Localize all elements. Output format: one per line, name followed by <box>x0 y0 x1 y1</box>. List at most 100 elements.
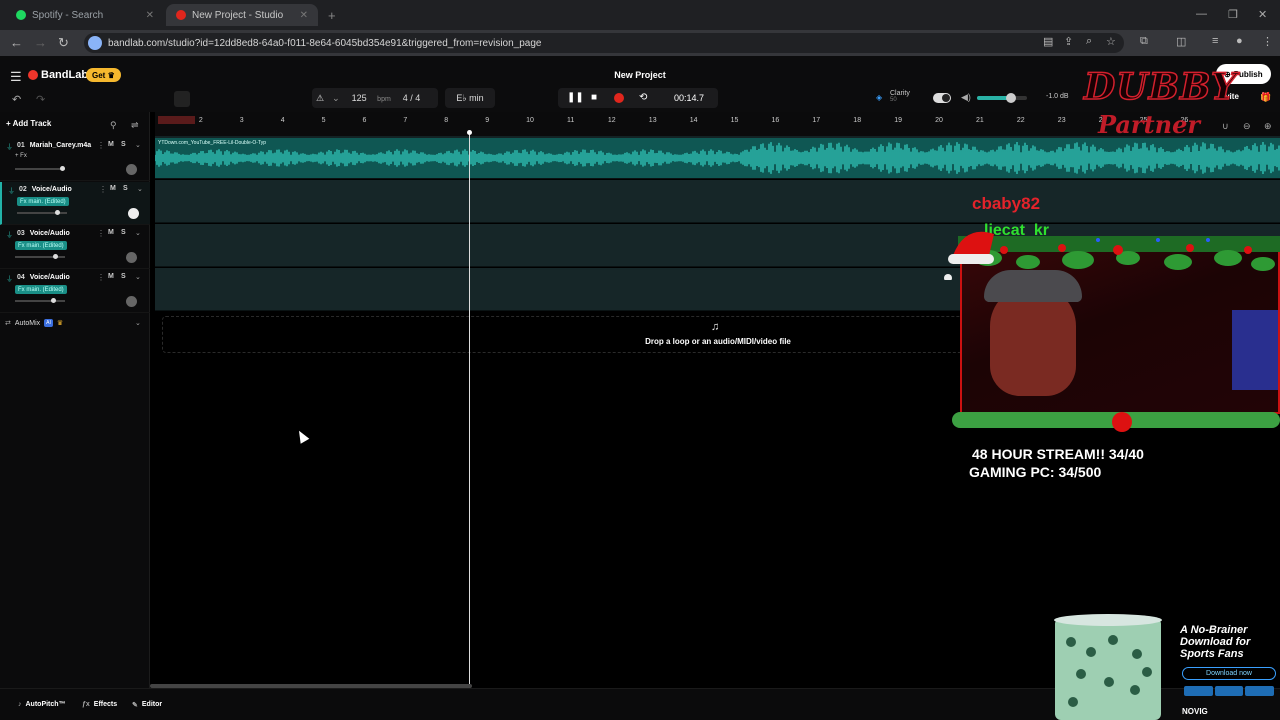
mute-button[interactable]: M <box>108 141 114 148</box>
ad-download-button[interactable]: Download now <box>1182 667 1276 680</box>
share-icon[interactable]: ⇪ <box>1064 35 1073 48</box>
effects-button[interactable]: ƒx Effects <box>82 701 117 708</box>
pan-knob[interactable] <box>126 164 137 175</box>
close-icon[interactable]: ✕ <box>300 10 308 21</box>
url-field[interactable]: bandlab.com/studio?id=12dd8ed8-64a0-f011… <box>84 33 1124 53</box>
sidebar-icon[interactable]: ◫ <box>1176 35 1186 48</box>
playhead[interactable] <box>469 132 470 688</box>
audio-clip[interactable]: YTDown.com_YouTube_FREE-Lil-Double-O-Typ <box>155 138 1280 178</box>
chevron-down-icon[interactable]: ⌄ <box>135 141 141 149</box>
metronome-icon[interactable]: ⚠ <box>316 93 324 104</box>
pan-knob[interactable] <box>126 296 137 307</box>
track-menu-icon[interactable]: ⋮ <box>97 273 105 282</box>
track-menu-icon[interactable]: ⋮ <box>99 185 107 194</box>
solo-button[interactable]: S <box>123 185 128 192</box>
solo-button[interactable]: S <box>121 229 126 236</box>
zoom-out-icon[interactable]: ⊖ <box>1243 121 1251 132</box>
track-name[interactable]: 02 Voice/Audio <box>19 186 72 193</box>
mute-button[interactable]: M <box>108 229 114 236</box>
track-effects[interactable]: Fx main. (Edited) <box>17 197 69 206</box>
back-icon[interactable]: ← <box>10 35 23 50</box>
track-header[interactable]: ⏚ 03 Voice/Audio ⋮ M S ⌄ Fx main. (Edited) <box>0 226 150 269</box>
add-track-button[interactable]: + Add Track <box>6 119 51 128</box>
playhead-handle[interactable] <box>467 130 472 135</box>
zoom-in-icon[interactable]: ⊕ <box>1264 121 1272 132</box>
undo-icon[interactable]: ↶ <box>12 93 21 106</box>
loop-icon[interactable]: ⟲ <box>639 92 647 103</box>
clarity-control[interactable]: Clarity 50 <box>890 90 910 103</box>
chevron-down-icon[interactable]: ⌄ <box>135 229 141 237</box>
mute-button[interactable]: M <box>110 185 116 192</box>
close-window-icon[interactable]: ✕ <box>1258 8 1267 21</box>
zoom-icon[interactable]: ⌕ <box>1086 35 1092 48</box>
new-tab-icon[interactable]: + <box>328 8 336 23</box>
track-header[interactable]: ⏚ 01 Mariah_Carey.m4a ⋮ M S ⌄ + Fx <box>0 138 150 181</box>
pan-knob[interactable] <box>128 208 139 219</box>
track-volume-slider[interactable] <box>15 166 65 171</box>
browser-menu-icon[interactable]: ⋮ <box>1262 35 1273 48</box>
automix-row[interactable]: ⇄ AutoMix AI ♛ ⌄ <box>5 319 141 327</box>
solo-button[interactable]: S <box>121 273 126 280</box>
track-volume-slider[interactable] <box>15 298 65 303</box>
mouse-cursor <box>294 428 310 444</box>
track-lane[interactable] <box>155 180 1280 223</box>
speaker-icon[interactable]: ◀) <box>961 92 971 103</box>
track-menu-icon[interactable]: ⋮ <box>97 141 105 150</box>
record-icon[interactable] <box>614 93 624 103</box>
track-effects[interactable]: Fx main. (Edited) <box>15 285 67 294</box>
clarity-toggle[interactable] <box>933 93 951 103</box>
bandlab-logo[interactable]: BandLab <box>28 69 88 81</box>
reload-icon[interactable]: ↻ <box>58 35 69 51</box>
filter-icon[interactable]: ⇌ <box>131 120 139 131</box>
mute-button[interactable]: M <box>108 273 114 280</box>
site-info-icon[interactable] <box>88 36 102 50</box>
track-header[interactable]: ⏚ 02 Voice/Audio ⋮ M S ⌄ Fx main. (Edited) <box>0 182 150 225</box>
bookmark-star-icon[interactable]: ☆ <box>1106 35 1116 48</box>
tuner-icon[interactable]: ⚲ <box>110 120 117 131</box>
track-menu-icon[interactable]: ⋮ <box>97 229 105 238</box>
master-volume-slider[interactable] <box>977 93 1027 103</box>
stop-icon[interactable]: ■ <box>591 92 597 103</box>
editor-button[interactable]: ✎ Editor <box>132 701 162 709</box>
solo-button[interactable]: S <box>121 141 126 148</box>
bpm-value[interactable]: 125 bpm <box>348 93 395 103</box>
pause-icon[interactable]: ❚❚ <box>567 92 584 103</box>
time-signature[interactable]: 4 / 4 <box>403 93 421 103</box>
autopitch-button[interactable]: ♪ AutoPitch™ <box>18 701 66 708</box>
ad-headline[interactable]: A No-Brainer Download for Sports Fans <box>1180 624 1276 660</box>
extensions-icon[interactable]: ⧉ <box>1140 35 1148 48</box>
tab-spotify[interactable]: Spotify - Search ✕ <box>6 4 164 26</box>
gift-icon[interactable]: 🎁 <box>1260 92 1271 103</box>
ad-store-badges[interactable] <box>1184 686 1275 696</box>
chevron-down-icon[interactable]: ⌄ <box>135 273 141 281</box>
redo-icon[interactable]: ↷ <box>36 93 45 106</box>
track-volume-slider[interactable] <box>15 254 65 259</box>
loop-region[interactable] <box>158 116 195 124</box>
profile-avatar-icon[interactable]: ● <box>1236 35 1243 47</box>
track-header[interactable]: ⏚ 04 Voice/Audio ⋮ M S ⌄ Fx main. (Edited) <box>0 270 150 313</box>
track-name[interactable]: 04 Voice/Audio <box>17 274 70 281</box>
track-name[interactable]: 01 Mariah_Carey.m4a <box>17 142 91 149</box>
track-volume-slider[interactable] <box>17 210 67 215</box>
clarity-icon: ◈ <box>876 93 883 102</box>
close-icon[interactable]: ✕ <box>146 10 154 21</box>
get-membership-button[interactable]: Get ♛ <box>86 68 121 82</box>
minimize-icon[interactable]: — <box>1196 8 1207 20</box>
chevron-down-icon[interactable]: ⌄ <box>332 93 340 104</box>
maximize-icon[interactable]: ❐ <box>1228 8 1238 21</box>
chevron-down-icon[interactable]: ⌄ <box>137 185 143 193</box>
media-icon[interactable]: ≡ <box>1212 35 1218 47</box>
pan-knob[interactable] <box>126 252 137 263</box>
track-effects[interactable]: + Fx <box>15 153 27 159</box>
forward-icon[interactable]: → <box>34 35 47 50</box>
mixer-button[interactable] <box>174 91 190 107</box>
chevron-down-icon[interactable]: ⌄ <box>135 319 141 327</box>
project-title[interactable]: New Project <box>580 70 700 80</box>
tab-studio[interactable]: New Project - Studio ✕ <box>166 4 318 26</box>
reader-icon[interactable]: ▤ <box>1043 35 1053 48</box>
hamburger-menu-icon[interactable]: ☰ <box>10 69 22 85</box>
track-effects[interactable]: Fx main. (Edited) <box>15 241 67 250</box>
key-selector[interactable]: E♭ min <box>445 88 495 108</box>
track-name[interactable]: 03 Voice/Audio <box>17 230 70 237</box>
magnet-icon[interactable]: ∪ <box>1222 121 1229 132</box>
